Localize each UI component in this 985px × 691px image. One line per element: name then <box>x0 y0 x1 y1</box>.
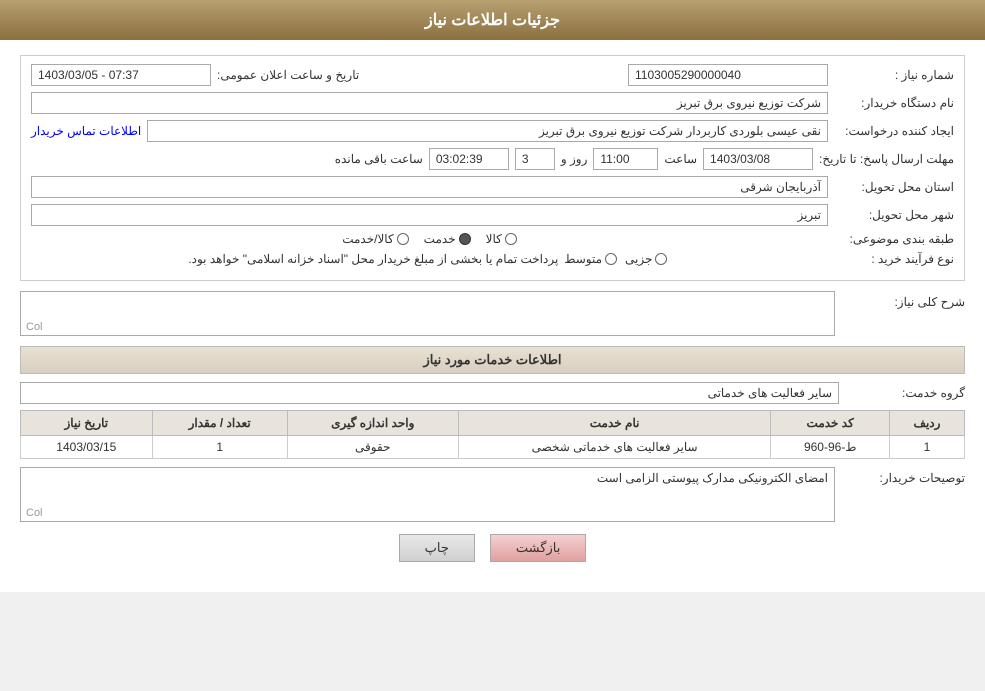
deadline-label: مهلت ارسال پاسخ: تا تاریخ: <box>819 152 954 166</box>
announcement-date-label: تاریخ و ساعت اعلان عمومی: <box>217 68 359 82</box>
deadline-time: 11:00 <box>593 148 658 170</box>
process-motavasset-label: متوسط <box>564 252 602 266</box>
category-label: طبقه بندی موضوعی: <box>834 232 954 246</box>
city-label: شهر محل تحویل: <box>834 208 954 222</box>
city-value: تبریز <box>31 204 828 226</box>
radio-kala[interactable] <box>505 233 517 245</box>
page-header: جزئیات اطلاعات نیاز <box>0 0 985 40</box>
contact-link[interactable]: اطلاعات تماس خریدار <box>31 124 141 138</box>
process-option-jozi: جزیی <box>625 252 667 266</box>
requester-label: ایجاد کننده درخواست: <box>834 124 954 138</box>
description-value: Col <box>20 291 835 336</box>
page-title: جزئیات اطلاعات نیاز <box>425 12 560 29</box>
col-header-name: نام خدمت <box>458 411 771 436</box>
deadline-remaining: 03:02:39 <box>429 148 509 170</box>
category-kala-label: کالا <box>486 232 502 246</box>
province-value: آذربایجان شرقی <box>31 176 828 198</box>
deadline-date: 1403/03/08 <box>703 148 813 170</box>
need-number-value: 1103005290000040 <box>628 64 828 86</box>
radio-both[interactable] <box>397 233 409 245</box>
category-both-label: کالا/خدمت <box>342 232 393 246</box>
col-header-unit: واحد اندازه گیری <box>287 411 458 436</box>
service-group-value: سایر فعالیت های خدماتی <box>20 382 839 404</box>
row-service-group: گروه خدمت: سایر فعالیت های خدماتی <box>20 382 965 404</box>
notes-col-indicator: Col <box>26 507 43 519</box>
deadline-days: 3 <box>515 148 555 170</box>
buyer-notes-value: امضای الکترونیکی مدارک پیوستی الزامی است… <box>20 467 835 522</box>
row-requester: ایجاد کننده درخواست: نقی عیسی بلوردی کار… <box>31 120 954 142</box>
row-province: استان محل تحویل: آذربایجان شرقی <box>31 176 954 198</box>
buyer-notes-text: امضای الکترونیکی مدارک پیوستی الزامی است <box>597 471 828 485</box>
deadline-time-label: ساعت <box>664 152 697 166</box>
row-buyer-org: نام دستگاه خریدار: شرکت توزیع نیروی برق … <box>31 92 954 114</box>
service-table: ردیف کد خدمت نام خدمت واحد اندازه گیری ت… <box>20 410 965 459</box>
process-option-motavasset: متوسط <box>564 252 617 266</box>
service-group-label: گروه خدمت: <box>845 386 965 400</box>
process-label: نوع فرآیند خرید : <box>834 252 954 266</box>
content-area: شماره نیاز : 1103005290000040 تاریخ و سا… <box>0 40 985 592</box>
main-info-section: شماره نیاز : 1103005290000040 تاریخ و سا… <box>20 55 965 281</box>
buyer-org-value: شرکت توزیع نیروی برق تبریز <box>31 92 828 114</box>
table-header-row: ردیف کد خدمت نام خدمت واحد اندازه گیری ت… <box>21 411 965 436</box>
radio-motavasset[interactable] <box>605 253 617 265</box>
print-button[interactable]: چاپ <box>399 534 475 562</box>
category-option-both: کالا/خدمت <box>342 232 408 246</box>
buyer-notes-section: توصیحات خریدار: امضای الکترونیکی مدارک پ… <box>20 467 965 522</box>
category-khedmat-label: خدمت <box>424 232 456 246</box>
description-section: شرح کلی نیاز: Col <box>20 291 965 336</box>
col-header-qty: تعداد / مقدار <box>152 411 287 436</box>
bottom-buttons: بازگشت چاپ <box>20 534 965 562</box>
row-need-number: شماره نیاز : 1103005290000040 تاریخ و سا… <box>31 64 954 86</box>
back-button[interactable]: بازگشت <box>490 534 586 562</box>
need-number-label: شماره نیاز : <box>834 68 954 82</box>
deadline-days-label: روز و <box>561 152 588 166</box>
category-radio-group: کالا خدمت کالا/خدمت <box>31 232 828 246</box>
page-wrapper: جزئیات اطلاعات نیاز شماره نیاز : 1103005… <box>0 0 985 592</box>
row-deadline: مهلت ارسال پاسخ: تا تاریخ: 1403/03/08 سا… <box>31 148 954 170</box>
services-section-header: اطلاعات خدمات مورد نیاز <box>20 346 965 374</box>
row-category: طبقه بندی موضوعی: کالا خدمت کالا/خدمت <box>31 232 954 246</box>
process-jozi-label: جزیی <box>625 252 652 266</box>
services-title: اطلاعات خدمات مورد نیاز <box>423 352 561 367</box>
col-header-date: تاریخ نیاز <box>21 411 153 436</box>
deadline-remaining-label: ساعت باقی مانده <box>335 152 423 166</box>
category-option-khedmat: خدمت <box>424 232 471 246</box>
radio-jozi[interactable] <box>655 253 667 265</box>
description-label: شرح کلی نیاز: <box>845 291 965 309</box>
process-radio-group: جزیی متوسط <box>564 252 828 266</box>
province-label: استان محل تحویل: <box>834 180 954 194</box>
requester-value: نقی عیسی بلوردی کاربردار شرکت توزیع نیرو… <box>147 120 828 142</box>
buyer-notes-label: توصیحات خریدار: <box>845 467 965 485</box>
table-row: 1ط-96-960سایر فعالیت های خدماتی شخصیحقوق… <box>21 436 965 459</box>
col-header-row-num: ردیف <box>890 411 965 436</box>
row-city: شهر محل تحویل: تبریز <box>31 204 954 226</box>
col-header-code: کد خدمت <box>771 411 890 436</box>
buyer-org-label: نام دستگاه خریدار: <box>834 96 954 110</box>
radio-khedmat[interactable] <box>459 233 471 245</box>
category-option-kala: کالا <box>486 232 517 246</box>
process-note: پرداخت تمام یا بخشی از مبلغ خریدار محل "… <box>31 252 558 266</box>
announcement-date-value: 1403/03/05 - 07:37 <box>31 64 211 86</box>
row-process: نوع فرآیند خرید : جزیی متوسط پرداخت تمام… <box>31 252 954 266</box>
